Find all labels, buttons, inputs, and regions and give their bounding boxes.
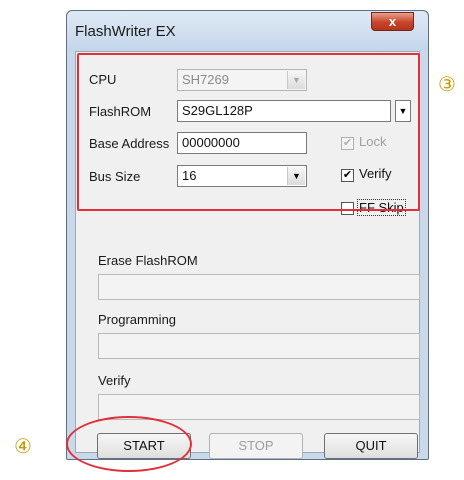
annotation-marker-3: ③ bbox=[438, 72, 456, 96]
erase-flashrom-label: Erase FlashROM bbox=[98, 253, 198, 268]
stop-button: STOP bbox=[209, 433, 303, 459]
title-bar[interactable]: FlashWriter EX x bbox=[67, 11, 428, 51]
programming-progress-bar bbox=[98, 333, 420, 359]
window-title: FlashWriter EX bbox=[75, 23, 176, 40]
quit-button[interactable]: QUIT bbox=[324, 433, 418, 459]
verify-progress-label: Verify bbox=[98, 373, 131, 388]
erase-progress-bar bbox=[98, 274, 420, 300]
programming-label: Programming bbox=[98, 312, 177, 327]
annotation-box bbox=[77, 53, 420, 211]
annotation-ellipse bbox=[66, 416, 192, 472]
close-button[interactable]: x bbox=[371, 12, 414, 31]
close-icon: x bbox=[388, 14, 397, 29]
annotation-marker-4: ④ bbox=[14, 434, 32, 458]
